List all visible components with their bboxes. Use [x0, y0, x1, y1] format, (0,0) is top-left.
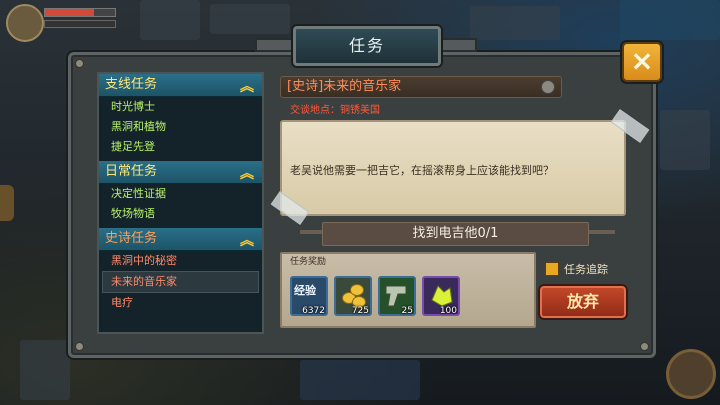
quest-item[interactable]: 电疗: [99, 293, 262, 313]
reward-count: 100: [439, 306, 457, 316]
chevron-up-icon: ︽: [240, 166, 254, 182]
category-daily-quests[interactable]: 日常任务 ︽: [99, 161, 262, 184]
chevron-up-icon: ︽: [240, 233, 254, 249]
quest-item[interactable]: 牧场物语: [99, 204, 262, 224]
rewards-label: 任务奖励: [290, 257, 327, 267]
gold-coins-icon[interactable]: 725: [334, 276, 372, 316]
background-building: [470, 6, 560, 40]
category-side-quests[interactable]: 支线任务 ︽: [99, 74, 262, 97]
objective-bracket: [587, 230, 615, 234]
objective-bracket: [300, 230, 322, 234]
quest-item[interactable]: 捷足先登: [99, 137, 262, 157]
background-building: [140, 0, 200, 40]
exp-icon[interactable]: 经验 6372: [290, 276, 328, 316]
reward-count: 6372: [302, 306, 325, 316]
abandon-button[interactable]: 放弃: [538, 284, 628, 320]
background-building: [210, 4, 290, 34]
quest-description-panel: 老吴说他需要一把吉它，在摇滚帮身上应该能找到吧？: [270, 109, 650, 225]
rewards-panel: 任务奖励 经验 6372 725 25 100: [280, 252, 536, 328]
energy-bar: [44, 20, 116, 28]
background-building: [620, 0, 720, 40]
side-menu-arrow[interactable]: [0, 185, 14, 221]
category-label: 日常任务: [105, 164, 158, 179]
category-epic-quests[interactable]: 史诗任务 ︽: [99, 228, 262, 251]
quest-item-selected[interactable]: 未来的音乐家: [102, 271, 259, 293]
quest-list: 支线任务 ︽ 时光博士 黑洞和植物 捷足先登 日常任务 ︽ 决定性证据 牧场物语…: [97, 72, 264, 334]
quest-objective: 找到电吉他0/1: [322, 222, 589, 246]
gear-icon: [541, 80, 555, 94]
category-label: 史诗任务: [105, 231, 158, 246]
background-building: [300, 360, 420, 400]
action-button[interactable]: [666, 349, 716, 399]
weapon-part-icon[interactable]: 25: [378, 276, 416, 316]
bolt-icon: [640, 342, 649, 351]
quest-item[interactable]: 黑洞中的秘密: [99, 251, 262, 271]
quest-description: 老吴说他需要一把吉它，在摇滚帮身上应该能找到吧？: [290, 164, 554, 177]
track-label: 任务追踪: [564, 262, 608, 276]
close-button[interactable]: ×: [622, 42, 662, 82]
background-building: [20, 340, 70, 400]
yellow-crystal-icon[interactable]: 100: [422, 276, 460, 316]
quest-title-bar: [史诗]未来的音乐家: [280, 76, 562, 98]
close-icon: ×: [630, 44, 654, 77]
reward-label: 经验: [294, 284, 316, 297]
background-building: [660, 110, 710, 170]
quest-track-toggle[interactable]: 任务追踪: [545, 258, 608, 277]
bolt-icon: [75, 342, 84, 351]
health-bar: [44, 8, 116, 17]
reward-count: 25: [401, 306, 413, 316]
reward-count: 725: [351, 306, 369, 316]
track-checkbox[interactable]: [545, 261, 559, 276]
quest-title: [史诗]未来的音乐家: [287, 79, 402, 94]
chevron-up-icon: ︽: [240, 79, 254, 95]
dialog-title: 任务: [348, 36, 385, 55]
category-label: 支线任务: [105, 77, 158, 92]
dialog-title-plate: 任务: [293, 26, 441, 66]
quest-item[interactable]: 决定性证据: [99, 184, 262, 204]
quest-item[interactable]: 时光博士: [99, 97, 262, 117]
quest-item[interactable]: 黑洞和植物: [99, 117, 262, 137]
player-avatar[interactable]: [6, 4, 44, 42]
bolt-icon: [75, 59, 84, 68]
quest-location: 交谈地点：铜锈美国: [290, 105, 380, 116]
